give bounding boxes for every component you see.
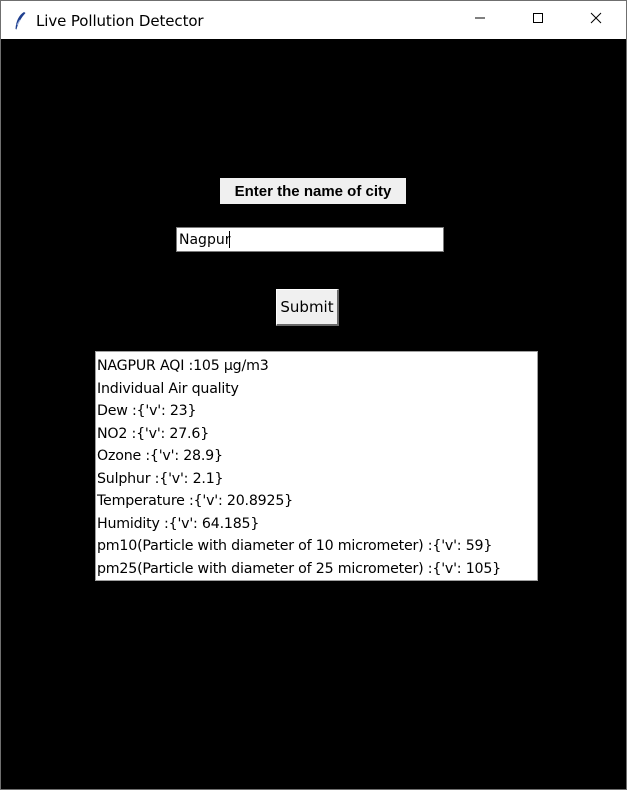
result-line-pm25: pm25(Particle with diameter of 25 microm… xyxy=(97,560,502,577)
result-line-temperature: Temperature :{'v': 20.8925} xyxy=(97,493,293,509)
result-line-humidity: Humidity :{'v': 64.185} xyxy=(97,515,260,532)
result-line-dew: Dew :{'v': 23} xyxy=(97,403,197,419)
window-title: Live Pollution Detector xyxy=(36,12,204,30)
maximize-button[interactable] xyxy=(515,1,561,39)
feather-icon xyxy=(13,11,27,31)
submit-button[interactable]: Submit xyxy=(276,289,339,326)
close-icon xyxy=(590,11,602,29)
result-line-sulphur: Sulphur :{'v': 2.1} xyxy=(97,470,224,487)
city-prompt-label: Enter the name of city xyxy=(220,178,406,204)
result-line-pm10: pm10(Particle with diameter of 10 microm… xyxy=(97,538,493,554)
close-button[interactable] xyxy=(573,1,619,39)
city-input[interactable] xyxy=(176,227,444,252)
result-line-no2: NO2 :{'v': 27.6} xyxy=(97,425,210,442)
minimize-button[interactable] xyxy=(457,1,503,39)
results-panel[interactable]: NAGPUR AQI :105 µg/m3 Individual Air qua… xyxy=(95,351,538,581)
result-line-heading: Individual Air quality xyxy=(97,380,239,397)
minimize-icon xyxy=(474,11,486,29)
result-line-aqi: NAGPUR AQI :105 µg/m3 xyxy=(97,358,269,374)
title-bar[interactable]: Live Pollution Detector xyxy=(1,1,626,39)
maximize-icon xyxy=(532,11,544,29)
text-caret xyxy=(229,231,230,248)
result-line-ozone: Ozone :{'v': 28.9} xyxy=(97,448,223,464)
